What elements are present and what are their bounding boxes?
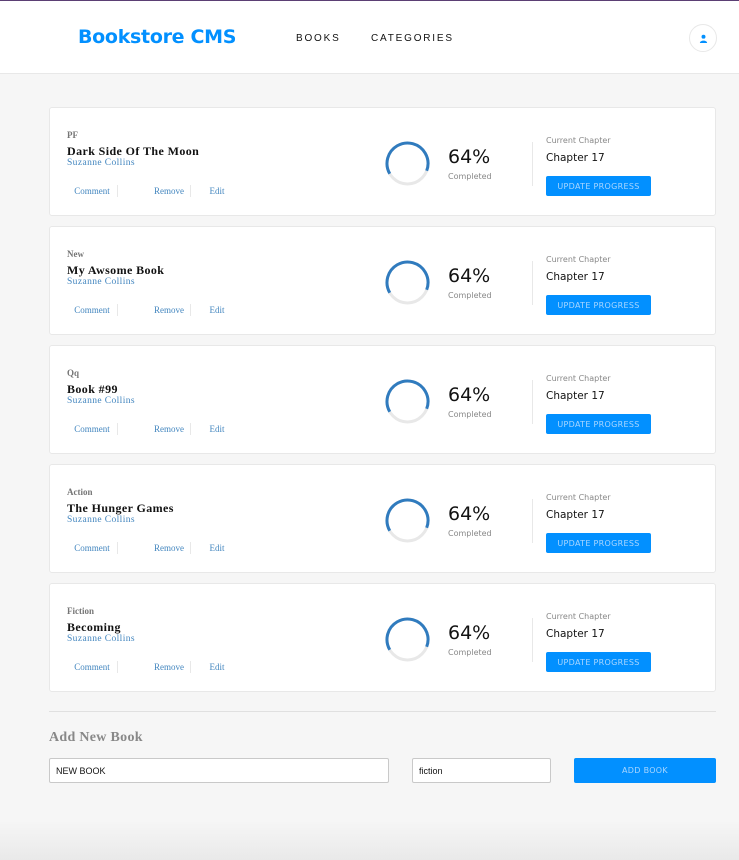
book-author[interactable]: Suzanne Collins: [67, 515, 135, 525]
book-actions: Comment Remove Edit: [67, 423, 243, 435]
progress-percent: 64%: [448, 622, 491, 644]
book-actions: Comment Remove Edit: [67, 185, 243, 197]
book-author[interactable]: Suzanne Collins: [67, 396, 135, 406]
book-list: PF Dark Side Of The Moon Suzanne Collins…: [49, 107, 716, 702]
page-bottom-fade: [0, 820, 739, 860]
update-progress-button[interactable]: UPDATE PROGRESS: [546, 176, 651, 196]
edit-button[interactable]: Edit: [191, 543, 243, 553]
book-card: Qq Book #99 Suzanne Collins Comment Remo…: [49, 345, 716, 454]
nav-books[interactable]: BOOKS: [296, 33, 341, 44]
completed-label: Completed: [448, 529, 492, 538]
comment-button[interactable]: Comment: [67, 305, 117, 315]
update-progress-button[interactable]: UPDATE PROGRESS: [546, 295, 651, 315]
comment-button[interactable]: Comment: [67, 543, 117, 553]
current-chapter-label: Current Chapter: [546, 374, 611, 383]
progress-percent: 64%: [448, 146, 491, 168]
progress-ring: [385, 260, 430, 305]
add-book-button[interactable]: ADD BOOK: [574, 758, 716, 783]
current-chapter-value: Chapter 17: [546, 628, 605, 640]
book-genre: New: [67, 249, 84, 259]
book-title: Dark Side Of The Moon: [67, 144, 200, 158]
progress-ring: [385, 141, 430, 186]
book-genre: PF: [67, 130, 78, 140]
remove-button[interactable]: Remove: [118, 186, 190, 196]
card-divider: [532, 499, 533, 543]
book-genre: Qq: [67, 368, 80, 378]
progress-ring: [385, 498, 430, 543]
update-progress-button[interactable]: UPDATE PROGRESS: [546, 414, 651, 434]
book-author[interactable]: Suzanne Collins: [67, 634, 135, 644]
card-divider: [532, 261, 533, 305]
book-actions: Comment Remove Edit: [67, 304, 243, 316]
comment-button[interactable]: Comment: [67, 662, 117, 672]
card-divider: [532, 618, 533, 662]
book-title: My Awsome Book: [67, 263, 165, 277]
comment-button[interactable]: Comment: [67, 424, 117, 434]
book-author[interactable]: Suzanne Collins: [67, 277, 135, 287]
user-avatar-button[interactable]: [689, 24, 717, 52]
update-progress-button[interactable]: UPDATE PROGRESS: [546, 652, 651, 672]
current-chapter-label: Current Chapter: [546, 612, 611, 621]
completed-label: Completed: [448, 172, 492, 181]
current-chapter-value: Chapter 17: [546, 390, 605, 402]
user-icon: [699, 34, 707, 43]
book-author[interactable]: Suzanne Collins: [67, 158, 135, 168]
progress-percent: 64%: [448, 503, 491, 525]
edit-button[interactable]: Edit: [191, 424, 243, 434]
remove-button[interactable]: Remove: [118, 424, 190, 434]
book-card: New My Awsome Book Suzanne Collins Comme…: [49, 226, 716, 335]
completed-label: Completed: [448, 410, 492, 419]
book-card: Fiction Becoming Suzanne Collins Comment…: [49, 583, 716, 692]
add-book-heading: Add New Book: [49, 730, 143, 745]
remove-button[interactable]: Remove: [118, 543, 190, 553]
current-chapter-value: Chapter 17: [546, 509, 605, 521]
book-actions: Comment Remove Edit: [67, 542, 243, 554]
edit-button[interactable]: Edit: [191, 186, 243, 196]
nav-categories[interactable]: CATEGORIES: [371, 33, 454, 44]
completed-label: Completed: [448, 291, 492, 300]
card-divider: [532, 380, 533, 424]
current-chapter-label: Current Chapter: [546, 493, 611, 502]
remove-button[interactable]: Remove: [118, 305, 190, 315]
current-chapter-value: Chapter 17: [546, 271, 605, 283]
logo[interactable]: Bookstore CMS: [78, 26, 236, 48]
book-category-input[interactable]: [412, 758, 551, 783]
book-card: PF Dark Side Of The Moon Suzanne Collins…: [49, 107, 716, 216]
book-title: Becoming: [67, 620, 121, 634]
comment-button[interactable]: Comment: [67, 186, 117, 196]
book-genre: Fiction: [67, 606, 94, 616]
edit-button[interactable]: Edit: [191, 305, 243, 315]
card-divider: [532, 142, 533, 186]
book-card: Action The Hunger Games Suzanne Collins …: [49, 464, 716, 573]
book-title: Book #99: [67, 382, 118, 396]
book-genre: Action: [67, 487, 93, 497]
progress-ring: [385, 379, 430, 424]
header: Bookstore CMS BOOKS CATEGORIES: [0, 1, 739, 74]
edit-button[interactable]: Edit: [191, 662, 243, 672]
update-progress-button[interactable]: UPDATE PROGRESS: [546, 533, 651, 553]
book-title-input[interactable]: [49, 758, 389, 783]
form-divider: [49, 711, 716, 712]
progress-percent: 64%: [448, 265, 491, 287]
book-actions: Comment Remove Edit: [67, 661, 243, 673]
remove-button[interactable]: Remove: [118, 662, 190, 672]
current-chapter-label: Current Chapter: [546, 255, 611, 264]
book-title: The Hunger Games: [67, 501, 174, 515]
current-chapter-value: Chapter 17: [546, 152, 605, 164]
progress-percent: 64%: [448, 384, 491, 406]
completed-label: Completed: [448, 648, 492, 657]
current-chapter-label: Current Chapter: [546, 136, 611, 145]
progress-ring: [385, 617, 430, 662]
